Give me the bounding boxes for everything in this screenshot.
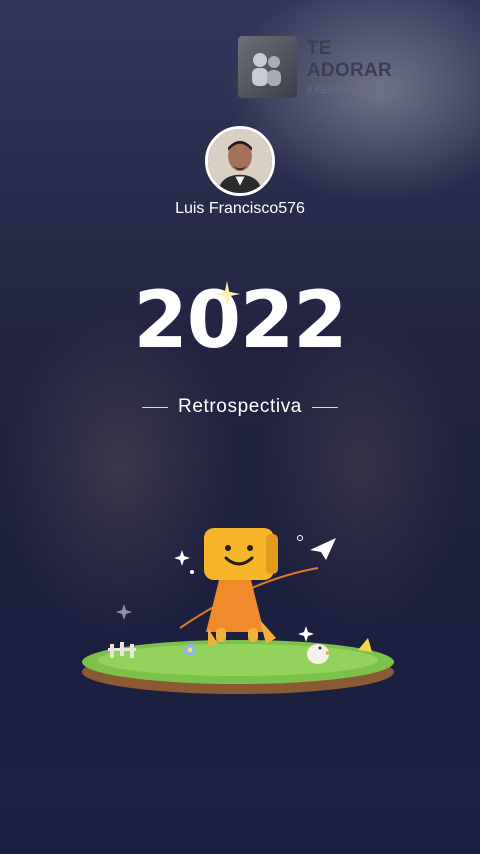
album-cover-icon [238, 36, 297, 98]
subtitle: Retrospectiva [178, 396, 302, 417]
subtitle-row: Retrospectiva [0, 396, 480, 418]
divider-right [311, 406, 338, 408]
divider-left [142, 406, 169, 408]
mascot-illustration [82, 528, 394, 694]
username: Luis Francisco576 [175, 200, 305, 217]
year-title: 2022 [133, 276, 347, 366]
song-artist: // FERNANDINHO [306, 85, 389, 96]
sparkle-icon [214, 281, 240, 307]
song-title: TE ADORAR [306, 38, 393, 81]
avatar[interactable] [205, 126, 275, 196]
user-avatar-icon [208, 129, 272, 193]
music-sticker[interactable]: TE ADORAR // FERNANDINHO [238, 36, 416, 98]
